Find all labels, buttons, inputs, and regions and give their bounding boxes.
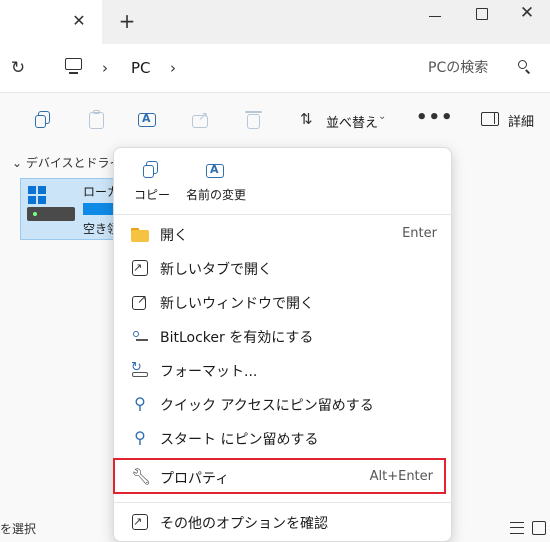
command-bar: A ↗ ⇅ 並べ替え ⌄ ••• 詳細 xyxy=(0,92,550,146)
close-tab-icon[interactable]: ✕ xyxy=(68,10,90,32)
context-menu: コピー A 名前の変更 開く Enter ↗ 新しいタブで開く ↗ 新しいウィン… xyxy=(113,147,453,542)
chevron-down-icon[interactable]: ⌄ xyxy=(12,156,26,170)
maximize-icon[interactable] xyxy=(466,4,496,24)
menu-item-label: その他のオプションを確認 xyxy=(160,516,328,532)
details-button[interactable]: 詳細 xyxy=(508,111,534,130)
sort-button[interactable]: 並べ替え xyxy=(326,112,378,131)
wrench-icon: 🔧︎ xyxy=(131,467,152,486)
minimize-icon[interactable] xyxy=(420,6,450,26)
chevron-right-icon[interactable]: › xyxy=(170,56,176,80)
new-tab-icon: ↗ xyxy=(131,259,149,277)
copy-action-button[interactable]: コピー xyxy=(134,160,170,204)
open-new-window-icon: ↗ xyxy=(131,292,149,311)
status-bar-text: を選択 xyxy=(0,522,37,536)
new-tab-icon[interactable]: + xyxy=(116,10,138,32)
menu-item-label: 新しいウィンドウで開く xyxy=(160,296,314,312)
pin-icon: ⚲ xyxy=(134,428,146,447)
chevron-right-icon[interactable]: › xyxy=(102,56,108,80)
rename-icon[interactable]: A xyxy=(137,109,159,131)
search-input[interactable]: PCの検索 xyxy=(428,56,488,80)
menu-divider xyxy=(114,214,453,215)
pc-icon[interactable] xyxy=(64,57,84,77)
menu-divider xyxy=(114,502,453,503)
menu-item-bitlocker[interactable]: BitLocker を有効にする xyxy=(114,319,453,353)
address-bar: ↻ › PC › PCの検索 xyxy=(0,44,550,92)
menu-item-pin-start[interactable]: ⚲ スタート にピン留めする xyxy=(114,421,453,455)
menu-item-more-options[interactable]: ↗ その他のオプションを確認 xyxy=(114,505,453,539)
share-icon[interactable]: ↗ xyxy=(190,109,212,131)
refresh-icon[interactable]: ↻ xyxy=(6,56,30,80)
sort-icon[interactable]: ⇅ xyxy=(300,110,313,128)
menu-item-label: 開く xyxy=(160,228,188,244)
details-pane-icon[interactable] xyxy=(481,112,499,126)
local-disk-tile[interactable]: ローカ 空き領 xyxy=(20,178,120,240)
chevron-down-icon[interactable]: ⌄ xyxy=(378,111,386,122)
search-icon[interactable] xyxy=(516,58,534,76)
menu-item-label: フォーマット... xyxy=(160,364,258,380)
grid-view-icon[interactable] xyxy=(532,521,546,535)
copy-label: コピー xyxy=(134,188,171,202)
more-options-icon[interactable]: ••• xyxy=(416,107,454,128)
more-options-icon: ↗ xyxy=(131,513,149,531)
folder-icon xyxy=(131,225,149,243)
menu-item-label: BitLocker を有効にする xyxy=(160,330,314,346)
close-window-icon[interactable]: ✕ xyxy=(512,2,542,24)
menu-item-properties[interactable]: 🔧︎ プロパティ Alt+Enter xyxy=(113,458,453,494)
menu-item-label: クイック アクセスにピン留めする xyxy=(160,398,374,414)
title-bar: ✕ + ✕ xyxy=(0,0,550,44)
breadcrumb-pc[interactable]: PC xyxy=(131,56,151,80)
menu-item-shortcut: Alt+Enter xyxy=(369,469,433,484)
menu-item-label: スタート にピン留めする xyxy=(160,432,319,448)
list-view-icon[interactable] xyxy=(510,522,524,534)
copy-icon xyxy=(141,160,163,182)
rename-action-button[interactable]: A 名前の変更 xyxy=(184,160,248,204)
menu-item-open-new-window[interactable]: ↗ 新しいウィンドウで開く xyxy=(114,285,453,319)
rename-label: 名前の変更 xyxy=(185,188,246,202)
tab-pc[interactable]: ✕ xyxy=(0,0,102,44)
menu-item-open-new-tab[interactable]: ↗ 新しいタブで開く xyxy=(114,251,453,285)
menu-item-shortcut: Enter xyxy=(402,226,437,241)
rename-icon: A xyxy=(205,160,227,182)
menu-item-open[interactable]: 開く Enter xyxy=(114,217,453,251)
paste-icon[interactable] xyxy=(86,109,108,131)
menu-item-format[interactable]: ↻ フォーマット... xyxy=(114,353,453,387)
hard-drive-icon xyxy=(27,207,75,221)
menu-item-label: プロパティ xyxy=(160,471,230,487)
menu-item-label: 新しいタブで開く xyxy=(160,262,272,278)
pin-icon: ⚲ xyxy=(134,394,146,413)
key-icon xyxy=(131,327,149,345)
delete-icon[interactable] xyxy=(243,109,265,131)
format-drive-icon: ↻ xyxy=(131,360,149,379)
copy-icon[interactable] xyxy=(33,109,55,131)
windows-logo-icon xyxy=(28,186,46,204)
menu-item-pin-quick-access[interactable]: ⚲ クイック アクセスにピン留めする xyxy=(114,387,453,421)
